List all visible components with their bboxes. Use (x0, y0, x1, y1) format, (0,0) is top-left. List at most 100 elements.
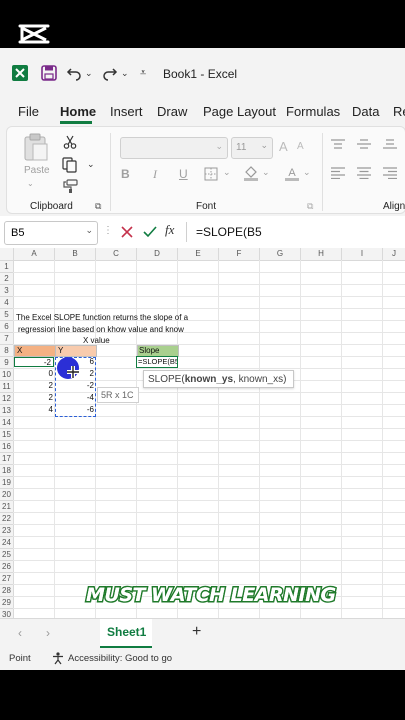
row-header[interactable]: 7 (0, 333, 14, 345)
row-header[interactable]: 26 (0, 561, 14, 573)
clipboard-launcher-icon[interactable]: ⧉ (95, 201, 101, 212)
column-header-d[interactable]: D (137, 248, 178, 261)
tab-review[interactable]: Re (393, 104, 405, 119)
save-icon[interactable] (41, 65, 57, 81)
column-header-e[interactable]: E (178, 248, 219, 261)
y-value[interactable]: 6 (90, 357, 94, 366)
row-header[interactable]: 4 (0, 297, 14, 309)
row-header[interactable]: 6 (0, 321, 14, 333)
undo-dropdown-icon[interactable]: ⌄ (85, 68, 93, 79)
y-value[interactable]: -6 (87, 405, 94, 414)
row-header[interactable]: 9 (0, 357, 14, 369)
underline-button[interactable]: U (179, 167, 188, 181)
row-header[interactable]: 23 (0, 525, 14, 537)
middle-align-icon[interactable] (357, 139, 371, 149)
row-header[interactable]: 2 (0, 273, 14, 285)
row-header[interactable]: 25 (0, 549, 14, 561)
row-header[interactable]: 15 (0, 429, 14, 441)
font-name-combobox[interactable]: ⌄ (120, 137, 228, 159)
row-header[interactable]: 16 (0, 441, 14, 453)
cancel-entry-icon[interactable] (121, 226, 133, 238)
align-center-icon[interactable] (357, 167, 371, 179)
row-header[interactable]: 21 (0, 501, 14, 513)
tab-file[interactable]: File (18, 104, 39, 119)
row-header[interactable]: 18 (0, 465, 14, 477)
align-right-icon[interactable] (383, 167, 397, 179)
redo-icon[interactable] (102, 65, 118, 81)
name-box[interactable]: B5 ⌄ (4, 221, 98, 245)
description-line-2[interactable]: regression line based on khow value and … (18, 325, 184, 334)
x-value[interactable]: 4 (49, 405, 53, 414)
cut-icon[interactable] (63, 135, 77, 149)
borders-dropdown-icon[interactable]: ⌄ (223, 167, 231, 178)
font-color-icon[interactable]: A (284, 165, 300, 181)
column-header-f[interactable]: F (219, 248, 260, 261)
tab-home[interactable]: Home (60, 104, 96, 119)
row-header[interactable]: 22 (0, 513, 14, 525)
insert-function-icon[interactable]: fx (165, 222, 174, 238)
row-header[interactable]: 24 (0, 537, 14, 549)
row-header[interactable]: 19 (0, 477, 14, 489)
fill-color-icon[interactable] (243, 165, 259, 181)
select-all-corner[interactable] (0, 248, 14, 261)
column-header-a[interactable]: A (14, 248, 55, 261)
bottom-align-icon[interactable] (383, 139, 397, 149)
accessibility-status[interactable]: Accessibility: Good to go (68, 653, 172, 664)
header-x-cell[interactable]: X (14, 345, 56, 357)
row-header[interactable]: 13 (0, 405, 14, 417)
more-options-icon[interactable]: ⋮ (103, 225, 113, 236)
column-header-j[interactable]: J (383, 248, 405, 261)
row-header[interactable]: 29 (0, 597, 14, 609)
description-line-1[interactable]: The Excel SLOPE function returns the slo… (16, 313, 188, 322)
x-value[interactable]: 0 (49, 369, 53, 378)
row-header[interactable]: 27 (0, 573, 14, 585)
x-value[interactable]: 2 (49, 381, 53, 390)
paste-label[interactable]: Paste (24, 165, 50, 176)
customize-toolbar-icon[interactable]: ⩡ (140, 67, 146, 80)
x-value-label[interactable]: X value (83, 336, 110, 345)
next-sheet-icon[interactable]: › (46, 626, 50, 640)
font-size-dropdown-icon[interactable]: ⌄ (260, 140, 268, 151)
x-value[interactable]: 2 (49, 393, 53, 402)
align-left-icon[interactable] (331, 167, 345, 179)
accessibility-icon[interactable] (52, 652, 64, 665)
worksheet-grid[interactable]: A B C D E F G H I J 1 2 3 4 5 6 7 8 9 10 11 12 13 14 1… (0, 248, 405, 621)
paste-dropdown-icon[interactable]: ⌄ (27, 179, 34, 188)
column-header-b[interactable]: B (55, 248, 96, 261)
tab-data[interactable]: Data (352, 104, 379, 119)
font-size-combobox[interactable]: 11 ⌄ (231, 137, 273, 159)
copy-dropdown-icon[interactable]: ⌄ (87, 159, 95, 170)
slope-formula-cell[interactable]: =SLOPE(B5 (136, 356, 178, 368)
copy-icon[interactable] (62, 157, 78, 173)
row-header[interactable]: 17 (0, 453, 14, 465)
formula-input[interactable]: =SLOPE(B5 (196, 225, 262, 239)
row-header[interactable]: 3 (0, 285, 14, 297)
prev-sheet-icon[interactable]: ‹ (18, 626, 22, 640)
add-sheet-button[interactable]: + (192, 623, 201, 641)
font-name-dropdown-icon[interactable]: ⌄ (215, 141, 223, 152)
name-box-dropdown-icon[interactable]: ⌄ (85, 225, 93, 236)
bold-button[interactable]: B (121, 167, 130, 181)
format-painter-icon[interactable] (62, 179, 78, 193)
header-y-cell[interactable]: Y (55, 345, 97, 357)
row-header[interactable]: 14 (0, 417, 14, 429)
row-header[interactable]: 8 (0, 345, 14, 357)
row-header[interactable]: 20 (0, 489, 14, 501)
column-header-i[interactable]: I (342, 248, 383, 261)
decrease-font-icon[interactable]: A (297, 141, 304, 152)
borders-icon[interactable] (204, 167, 218, 181)
y-value[interactable]: -4 (87, 393, 94, 402)
row-header[interactable]: 11 (0, 381, 14, 393)
column-header-g[interactable]: G (260, 248, 301, 261)
tab-page-layout[interactable]: Page Layout (203, 104, 276, 119)
increase-font-icon[interactable]: A (279, 139, 288, 154)
column-header-h[interactable]: H (301, 248, 342, 261)
sheet-tab-sheet1[interactable]: Sheet1 (100, 619, 152, 649)
row-header[interactable]: 28 (0, 585, 14, 597)
row-header[interactable]: 10 (0, 369, 14, 381)
row-header[interactable]: 12 (0, 393, 14, 405)
tab-formulas[interactable]: Formulas (286, 104, 340, 119)
column-header-c[interactable]: C (96, 248, 137, 261)
undo-icon[interactable] (66, 65, 82, 81)
x-cell-a5[interactable]: -2 (14, 357, 54, 367)
